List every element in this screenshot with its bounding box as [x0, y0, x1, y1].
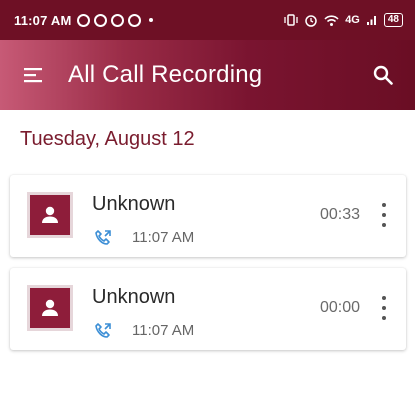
contact-name: Unknown [92, 286, 176, 308]
call-time: 11:07 AM [132, 322, 195, 339]
whatsapp-icon [128, 13, 142, 27]
more-vert-icon [382, 296, 386, 300]
more-options-button[interactable] [376, 203, 392, 227]
app-title: All Call Recording [68, 61, 263, 88]
outgoing-call-icon [95, 323, 111, 338]
signal-icon [366, 16, 376, 25]
notification-icons [77, 13, 154, 27]
call-duration: 00:33 [319, 206, 360, 223]
search-button[interactable] [363, 55, 403, 95]
wifi-icon [324, 14, 339, 26]
more-options-button[interactable] [376, 296, 392, 320]
notification-dot-icon [149, 18, 154, 22]
battery-icon: 48 [383, 13, 403, 27]
network-label: 4G [345, 14, 360, 26]
whatsapp-icon [111, 13, 125, 27]
outgoing-call-icon [95, 230, 111, 245]
contact-avatar [27, 285, 73, 331]
search-icon [373, 65, 393, 85]
menu-button[interactable] [14, 55, 54, 95]
person-icon [42, 299, 58, 316]
recording-item[interactable]: Unknown 11:07 AM 00:33 [10, 175, 406, 257]
call-duration: 00:00 [319, 299, 360, 316]
more-vert-icon [382, 203, 386, 207]
status-time: 11:07 AM [14, 12, 72, 28]
system-icons: 4G 48 [284, 13, 403, 27]
person-icon [42, 206, 58, 223]
contact-avatar [27, 192, 73, 238]
contact-name: Unknown [92, 193, 176, 215]
status-bar: 11:07 AM 4G 48 [0, 0, 415, 40]
app-bar: All Call Recording [0, 40, 415, 110]
whatsapp-icon [77, 13, 91, 27]
date-header: Tuesday, August 12 [20, 128, 195, 150]
alarm-icon [305, 15, 317, 27]
recording-item[interactable]: Unknown 11:07 AM 00:00 [10, 268, 406, 350]
menu-icon [24, 68, 42, 83]
vibrate-icon [284, 14, 298, 26]
whatsapp-icon [94, 13, 108, 27]
call-time: 11:07 AM [132, 229, 195, 246]
